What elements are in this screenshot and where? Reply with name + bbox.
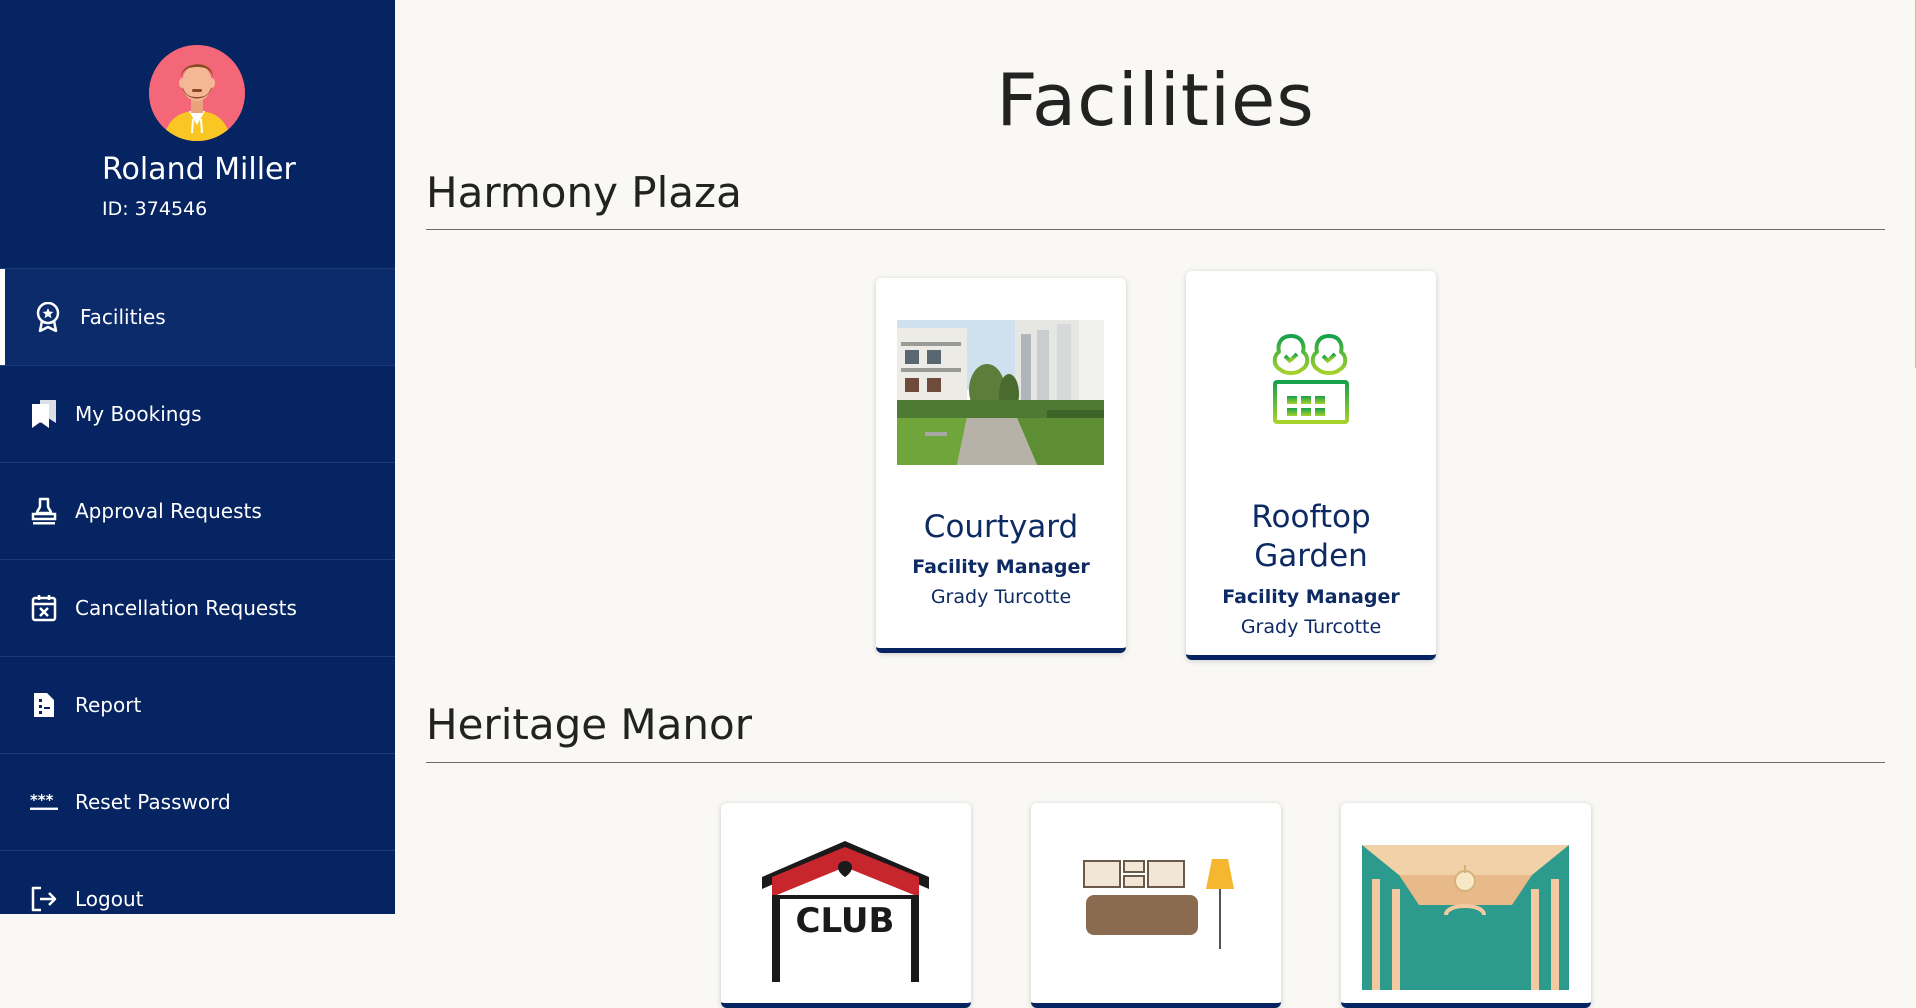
club-house-logo: CLUB [742,837,949,982]
facility-role-label: Facility Manager [1222,586,1400,608]
sidebar-item-label: Cancellation Requests [75,596,297,620]
sidebar: Roland Miller ID: 374546 Facilities My B… [0,0,395,914]
bookmarks-icon [30,400,58,428]
sidebar-item-report[interactable]: Report [0,656,395,753]
facility-card-ballroom[interactable] [1341,803,1591,1008]
sidebar-item-label: Report [75,693,142,717]
user-avatar [149,45,245,141]
password-asterisk-icon: *** [30,788,58,816]
sidebar-item-my-bookings[interactable]: My Bookings [0,365,395,462]
facility-card-courtyard[interactable]: Courtyard Facility Manager Grady Turcott… [876,278,1126,653]
section-divider [426,762,1885,763]
user-id: ID: 374546 [102,198,208,220]
rooftop-garden-icon [1207,320,1414,465]
sidebar-item-reset-password[interactable]: *** Reset Password [0,753,395,850]
facility-name-line-1: Rooftop [1251,499,1371,535]
award-star-icon [34,302,62,332]
sidebar-item-approval-requests[interactable]: Approval Requests [0,462,395,559]
section-title-harmony-plaza: Harmony Plaza [426,168,742,217]
profile-panel: Roland Miller ID: 374546 [0,0,395,268]
sidebar-item-cancellation-requests[interactable]: Cancellation Requests [0,559,395,656]
sidebar-nav: Facilities My Bookings Approval Requests [0,268,395,914]
facility-name: Courtyard [923,509,1079,545]
courtyard-photo [897,320,1104,465]
lounge-furniture-illustration [1052,837,1259,982]
section-divider [426,229,1885,230]
facility-manager-name: Grady Turcotte [930,586,1072,608]
user-name: Roland Miller [102,152,296,187]
stamp-icon [30,497,58,525]
svg-text:***: *** [30,791,54,809]
facility-card-lounge[interactable] [1031,803,1281,1008]
facility-manager-name: Grady Turcotte [1240,616,1382,638]
facility-name-line-2: Garden [1254,538,1368,574]
club-logo-text: CLUB [796,901,895,941]
report-document-icon [30,691,58,719]
sidebar-item-label: Logout [75,887,144,911]
facility-card-club-house[interactable]: CLUB [721,803,971,1008]
section-title-heritage-manor: Heritage Manor [426,700,752,749]
sidebar-item-label: Approval Requests [75,499,262,523]
logout-icon [30,885,58,913]
sidebar-item-label: Reset Password [75,790,231,814]
sidebar-item-label: Facilities [80,305,166,329]
ballroom-illustration [1362,845,1569,990]
sidebar-item-facilities[interactable]: Facilities [0,268,395,365]
facility-card-rooftop-garden[interactable]: Rooftop Garden Facility Manager Grady Tu… [1186,271,1436,660]
sidebar-item-label: My Bookings [75,402,202,426]
facility-role-label: Facility Manager [912,556,1090,578]
calendar-x-icon [30,594,58,622]
sidebar-item-logout[interactable]: Logout [0,850,395,914]
page-title: Facilities [996,58,1315,142]
